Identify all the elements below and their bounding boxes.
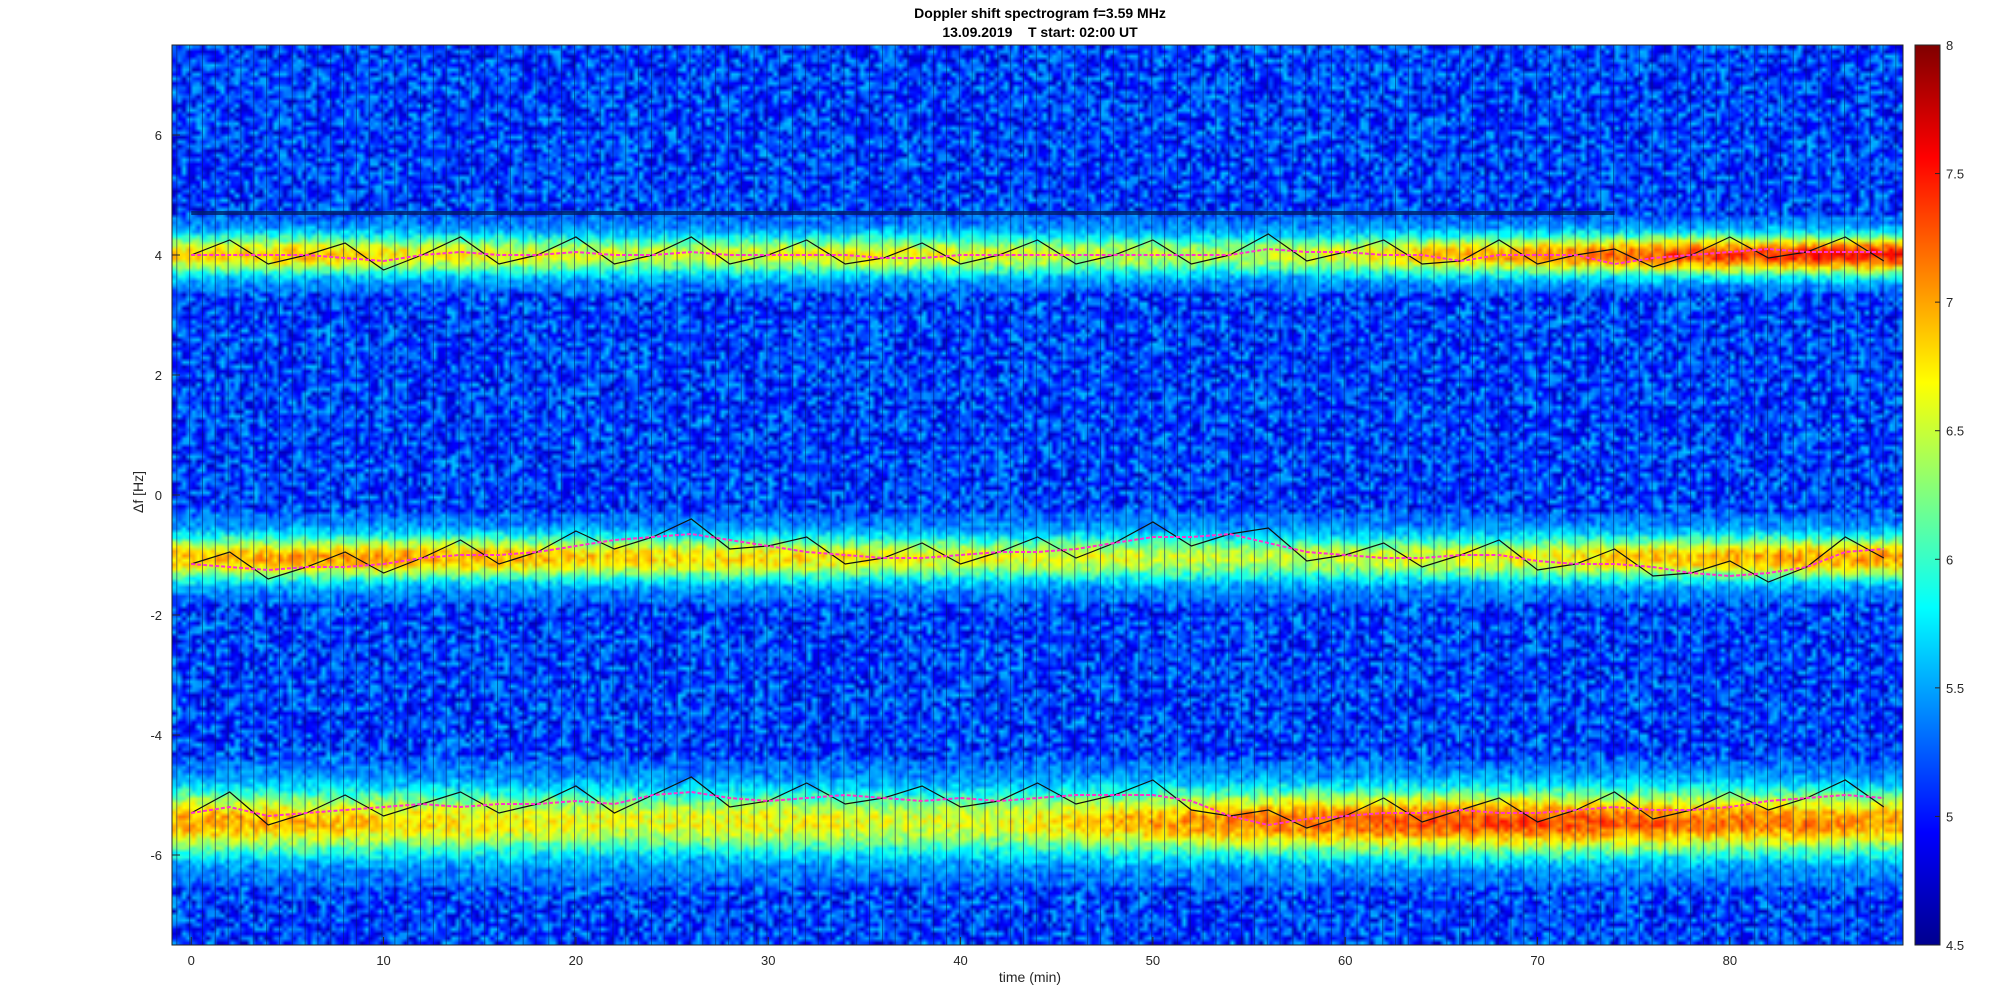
y-tick-label: 4: [155, 248, 162, 263]
x-tick-label: 20: [569, 953, 583, 968]
spectrogram-image: [172, 45, 1903, 945]
x-axis-label: time (min): [999, 969, 1061, 985]
colorbar-tick-label: 4.5: [1946, 938, 1964, 953]
colorbar-tick-label: 7: [1946, 295, 1953, 310]
y-tick-label: -2: [150, 608, 162, 623]
y-tick-label: -4: [150, 728, 162, 743]
y-tick-label: -6: [150, 848, 162, 863]
y-tick-label: 2: [155, 368, 162, 383]
colorbar-tick-label: 5.5: [1946, 681, 1964, 696]
x-tick-label: 70: [1530, 953, 1544, 968]
chart-subtitle: 13.09.2019 T start: 02:00 UT: [942, 24, 1138, 40]
x-tick-label: 10: [376, 953, 390, 968]
colorbar-gradient: [1914, 44, 1941, 946]
plot-area: [171, 44, 1904, 946]
x-tick-label: 50: [1146, 953, 1160, 968]
colorbar: 4.5 5 5.5 6 6.5 7 7.5 8: [1914, 38, 1964, 953]
x-tick-label: 30: [761, 953, 775, 968]
chart-title: Doppler shift spectrogram f=3.59 MHz: [914, 5, 1166, 21]
colorbar-tick-label: 5: [1946, 809, 1953, 824]
colorbar-tick-label: 8: [1946, 38, 1953, 53]
figure: Doppler shift spectrogram f=3.59 MHz 13.…: [130, 5, 1964, 985]
colorbar-tick-label: 6.5: [1946, 424, 1964, 439]
x-tick-label: 0: [188, 953, 195, 968]
x-tick-label: 80: [1723, 953, 1737, 968]
colorbar-tick-label: 7.5: [1946, 167, 1964, 182]
y-axis-label: Δf [Hz]: [130, 471, 146, 513]
x-tick-label: 40: [953, 953, 967, 968]
y-tick-label: 6: [155, 128, 162, 143]
x-tick-label: 60: [1338, 953, 1352, 968]
colorbar-tick-label: 6: [1946, 552, 1953, 567]
y-tick-label: 0: [155, 488, 162, 503]
